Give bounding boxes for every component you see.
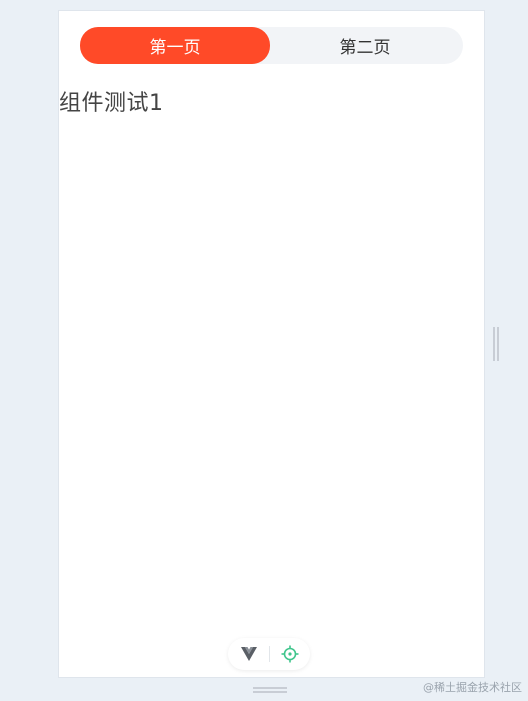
watermark: @稀土掘金技术社区 bbox=[423, 681, 522, 694]
tab-label: 第二页 bbox=[339, 38, 391, 58]
tab-label: 第一页 bbox=[149, 38, 201, 58]
phone-frame: 第一页 第二页 组件测试1 bbox=[58, 10, 485, 678]
resize-handle-vertical[interactable] bbox=[253, 686, 287, 694]
tab-page-2[interactable]: 第二页 bbox=[270, 27, 460, 64]
vue-logo-icon[interactable] bbox=[239, 644, 259, 664]
locate-icon[interactable] bbox=[280, 644, 300, 664]
tab-page-1[interactable]: 第一页 bbox=[80, 27, 270, 64]
content-title: 组件测试1 bbox=[59, 91, 164, 116]
tab-bar: 第一页 第二页 bbox=[80, 27, 463, 64]
devtools-toolbar bbox=[228, 638, 310, 670]
toolbar-divider bbox=[268, 646, 270, 662]
resize-handle-horizontal[interactable] bbox=[492, 327, 500, 361]
